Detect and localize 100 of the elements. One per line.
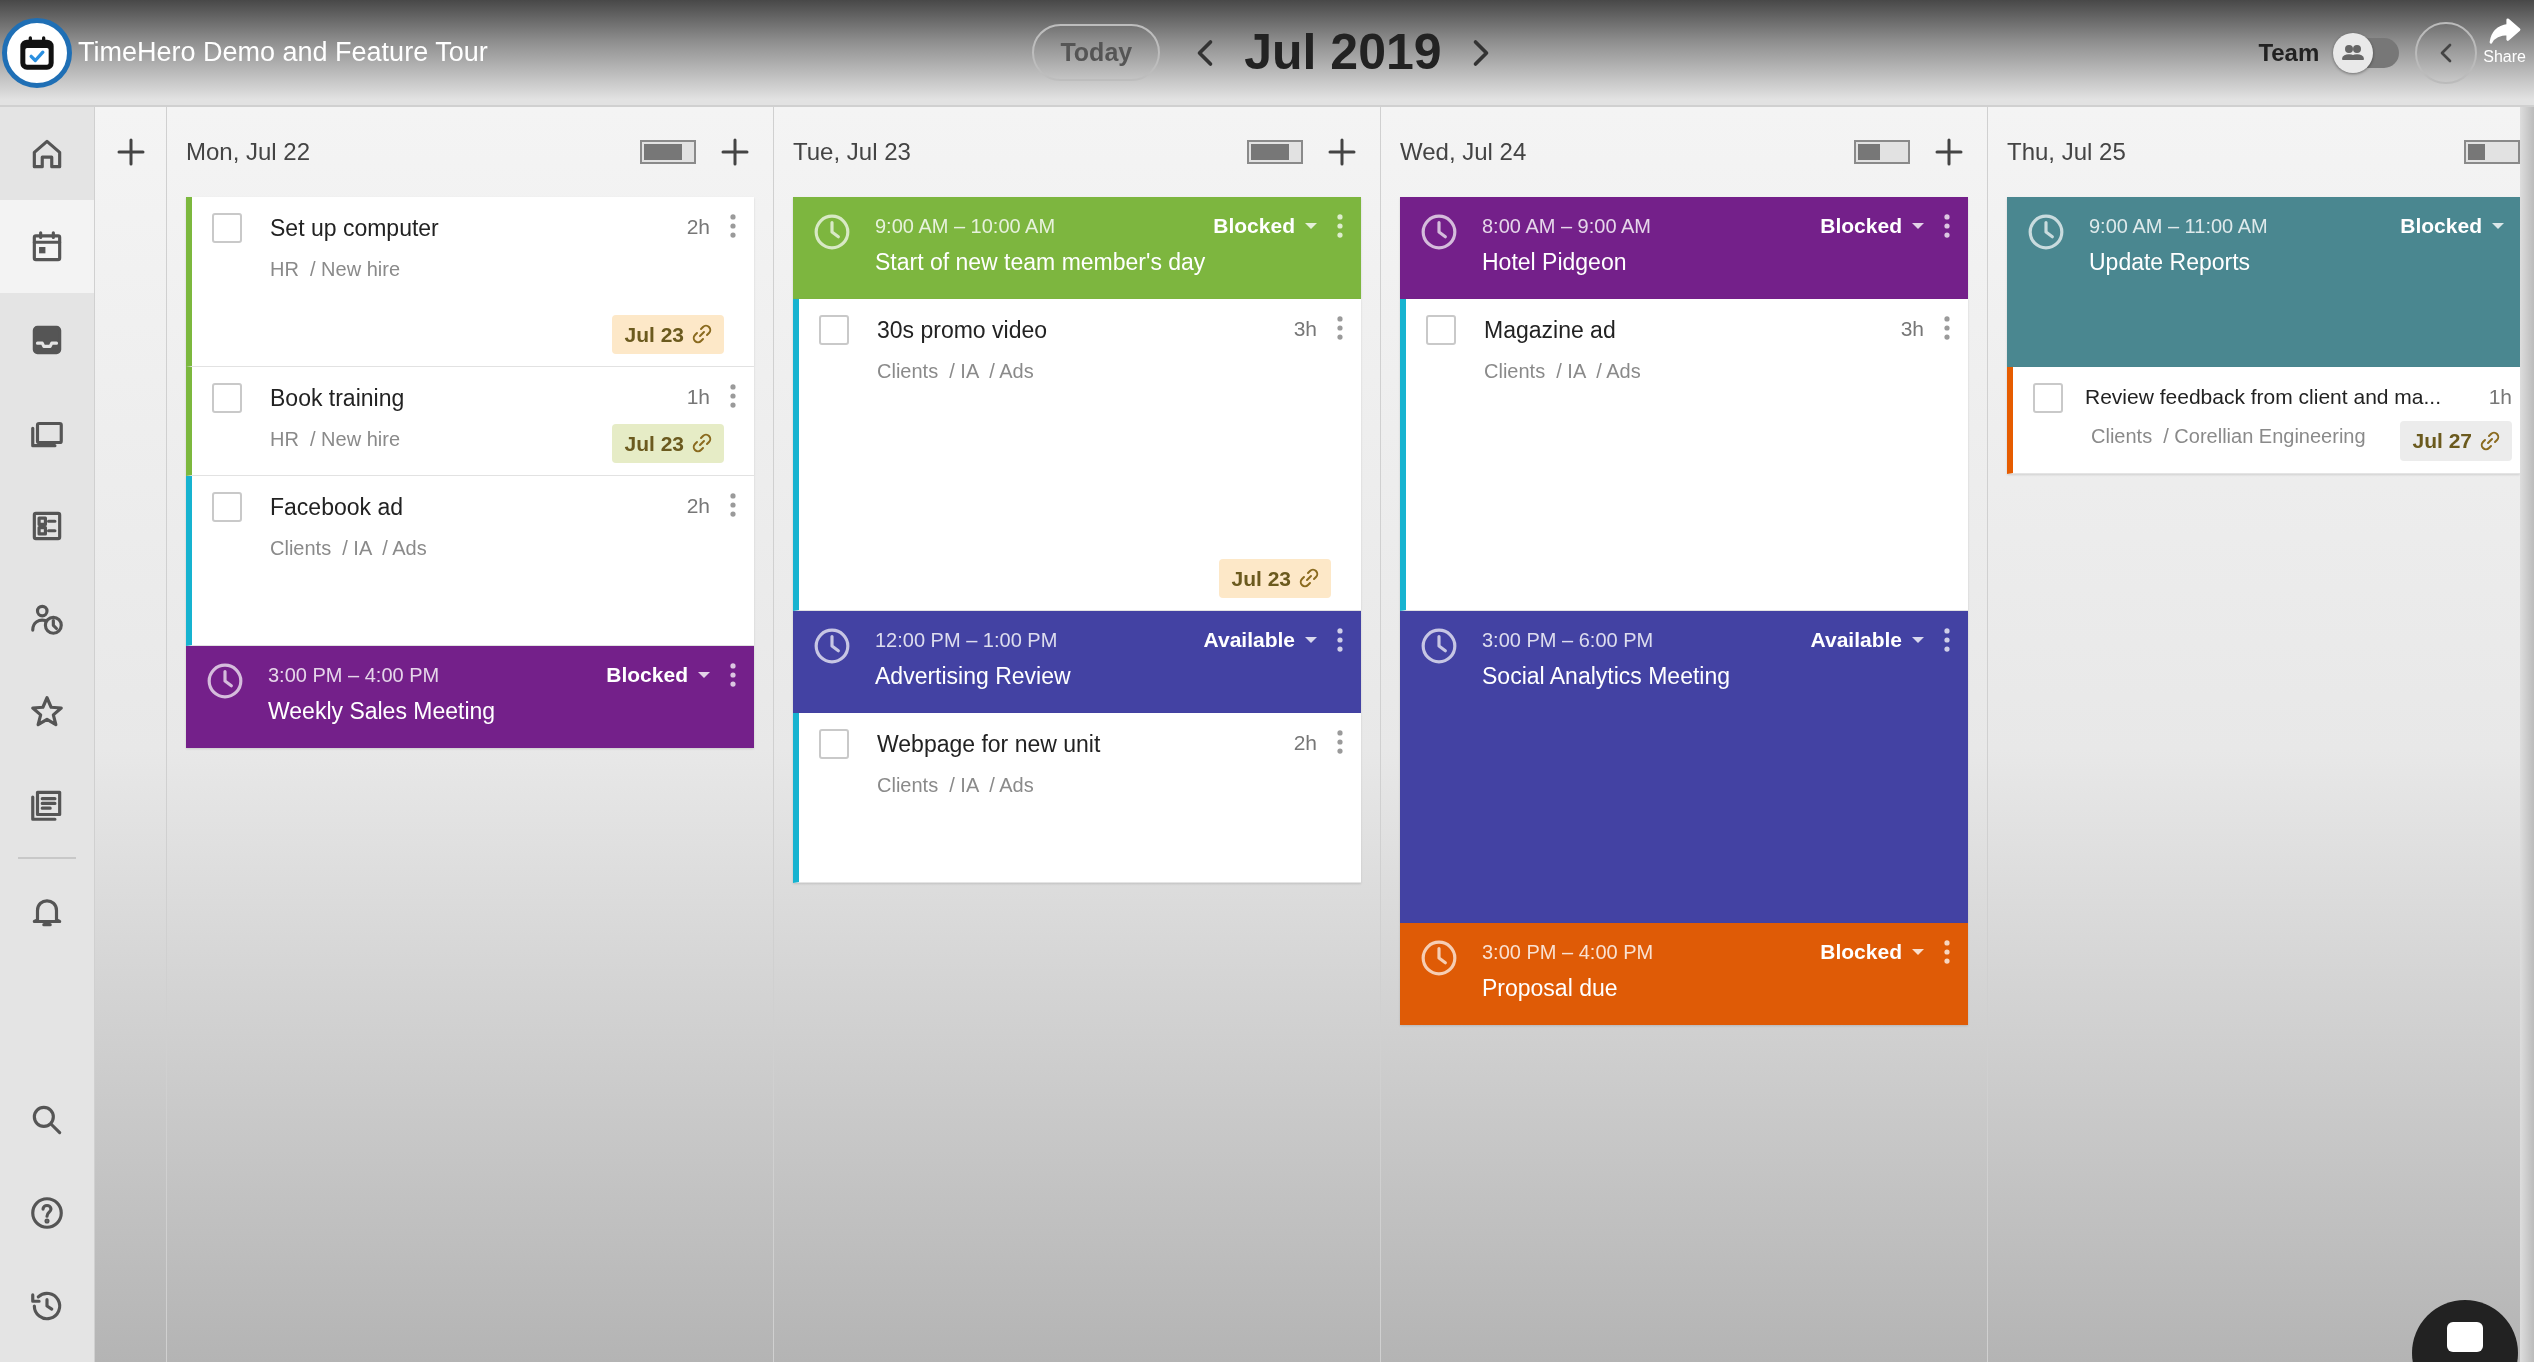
share-arrow-icon	[2487, 16, 2522, 45]
event-card[interactable]: 3:00 PM – 4:00 PM Weekly Sales Meeting Blocked	[186, 646, 754, 748]
link-icon	[1299, 568, 1319, 589]
task-duration: 1h	[686, 384, 710, 410]
capacity-meter	[2464, 140, 2520, 164]
task-checkbox[interactable]	[212, 492, 242, 522]
people-icon	[2341, 42, 2366, 63]
task-checkbox[interactable]	[1426, 315, 1456, 345]
task-checkbox[interactable]	[212, 383, 242, 413]
day-date: Thu, Jul 25	[2007, 137, 2127, 167]
chat-icon	[2447, 1322, 2483, 1352]
clock-icon	[813, 627, 851, 665]
day-date: Wed, Jul 24	[1400, 137, 1528, 167]
task-path: Clients / IA / Ads	[877, 358, 1035, 384]
plus-icon	[1327, 137, 1357, 167]
status-dropdown[interactable]: Blocked	[2400, 211, 2504, 241]
event-card[interactable]: 3:00 PM – 4:00 PM Proposal due Blocked	[1400, 923, 1968, 1025]
task-checkbox[interactable]	[2033, 383, 2063, 413]
task-path: Clients / IA / Ads	[1484, 358, 1642, 384]
capacity-meter	[1247, 140, 1303, 164]
due-date-badge: Jul 23	[612, 423, 724, 463]
more-icon[interactable]	[1335, 729, 1345, 755]
more-icon[interactable]	[1335, 315, 1345, 341]
task-title: Webpage for new unit	[877, 730, 1102, 759]
task-card[interactable]: Facebook ad 2h Clients / IA / Ads	[186, 476, 754, 646]
task-card[interactable]: Webpage for new unit 2h Clients / IA / Ads	[793, 713, 1361, 883]
plus-icon	[720, 137, 750, 167]
more-icon[interactable]	[1335, 627, 1345, 653]
caret-icon	[2492, 223, 2504, 229]
event-time: 9:00 AM – 11:00 AM	[2089, 214, 2269, 239]
link-icon	[692, 433, 712, 454]
event-card[interactable]: 3:00 PM – 6:00 PM Social Analytics Meeting Available	[1400, 611, 1968, 923]
event-title: Proposal due	[1482, 974, 1619, 1003]
plus-icon	[1934, 137, 1964, 167]
task-card[interactable]: Book training 1h HR / New hire Jul 23	[186, 367, 754, 476]
task-checkbox[interactable]	[819, 729, 849, 759]
capacity-meter	[640, 140, 696, 164]
more-icon[interactable]	[728, 383, 738, 409]
task-title: 30s promo video	[877, 316, 1049, 345]
status-dropdown[interactable]: Blocked	[1820, 211, 1924, 241]
task-duration: 3h	[1900, 316, 1924, 342]
task-path: Clients / Corellian Engineering	[2091, 424, 2367, 449]
task-title: Magazine ad	[1484, 316, 1617, 345]
more-icon[interactable]	[728, 662, 738, 688]
team-label: Team	[2258, 37, 2320, 68]
task-duration: 2h	[1293, 730, 1317, 756]
more-icon[interactable]	[1942, 213, 1952, 239]
caret-icon	[1305, 223, 1317, 229]
clock-icon	[1420, 939, 1458, 977]
task-duration: 2h	[686, 493, 710, 519]
task-path: HR / New hire	[270, 426, 402, 452]
event-card[interactable]: 8:00 AM – 9:00 AM Hotel Pidgeon Blocked	[1400, 197, 1968, 299]
more-icon[interactable]	[1942, 627, 1952, 653]
clock-icon	[813, 213, 851, 251]
event-card[interactable]: 9:00 AM – 11:00 AM Update Reports Blocked	[2007, 197, 2520, 367]
more-icon[interactable]	[1942, 315, 1952, 341]
event-title: Start of new team member's day	[875, 248, 1207, 277]
back-button[interactable]	[2415, 21, 2478, 84]
status-dropdown[interactable]: Blocked	[606, 660, 710, 690]
status-dropdown[interactable]: Available	[1810, 625, 1924, 655]
link-icon	[2480, 430, 2500, 451]
caret-icon	[1912, 637, 1924, 643]
task-title: Review feedback from client and ma...	[2085, 384, 2442, 410]
event-time: 3:00 PM – 6:00 PM	[1482, 628, 1655, 653]
clock-icon	[1420, 627, 1458, 665]
event-title: Hotel Pidgeon	[1482, 248, 1628, 277]
event-time: 3:00 PM – 4:00 PM	[268, 663, 441, 688]
link-icon	[692, 324, 712, 345]
task-card[interactable]: 30s promo video 3h Clients / IA / Ads Jul 23	[793, 299, 1361, 611]
event-time: 12:00 PM – 1:00 PM	[875, 628, 1059, 653]
caret-icon	[698, 672, 710, 678]
more-icon[interactable]	[728, 213, 738, 239]
due-date-badge: Jul 23	[612, 314, 724, 354]
more-icon[interactable]	[728, 492, 738, 518]
task-checkbox[interactable]	[819, 315, 849, 345]
task-title: Book training	[270, 384, 406, 413]
clock-icon	[206, 662, 244, 700]
clock-icon	[2027, 213, 2065, 251]
task-title: Facebook ad	[270, 493, 404, 522]
caret-icon	[1912, 223, 1924, 229]
caret-icon	[1305, 637, 1317, 643]
more-icon[interactable]	[1942, 939, 1952, 965]
status-dropdown[interactable]: Blocked	[1820, 937, 1924, 967]
sidebar-item[interactable]	[0, 200, 94, 293]
task-card[interactable]: Set up computer 2h HR / New hire Jul 23	[186, 197, 754, 367]
due-date-badge: Jul 23	[1219, 558, 1331, 598]
month-title: Jul 2019	[1244, 23, 1442, 82]
task-checkbox[interactable]	[212, 213, 242, 243]
event-time: 9:00 AM – 10:00 AM	[875, 214, 1057, 239]
day-date: Tue, Jul 23	[793, 137, 912, 167]
task-card[interactable]: Review feedback from client and ma... 1h Clients / Corellian Engineering Jul 27	[2007, 367, 2520, 474]
task-duration: 3h	[1293, 316, 1317, 342]
event-time: 8:00 AM – 9:00 AM	[1482, 214, 1652, 239]
task-path: Clients / IA / Ads	[270, 535, 428, 561]
event-card[interactable]: 12:00 PM – 1:00 PM Advertising Review Available	[793, 611, 1361, 713]
event-title: Social Analytics Meeting	[1482, 662, 1731, 691]
task-duration: 1h	[2488, 384, 2512, 410]
task-card[interactable]: Magazine ad 3h Clients / IA / Ads	[1400, 299, 1968, 611]
status-dropdown[interactable]: Available	[1203, 625, 1317, 655]
task-path: HR / New hire	[270, 256, 402, 282]
